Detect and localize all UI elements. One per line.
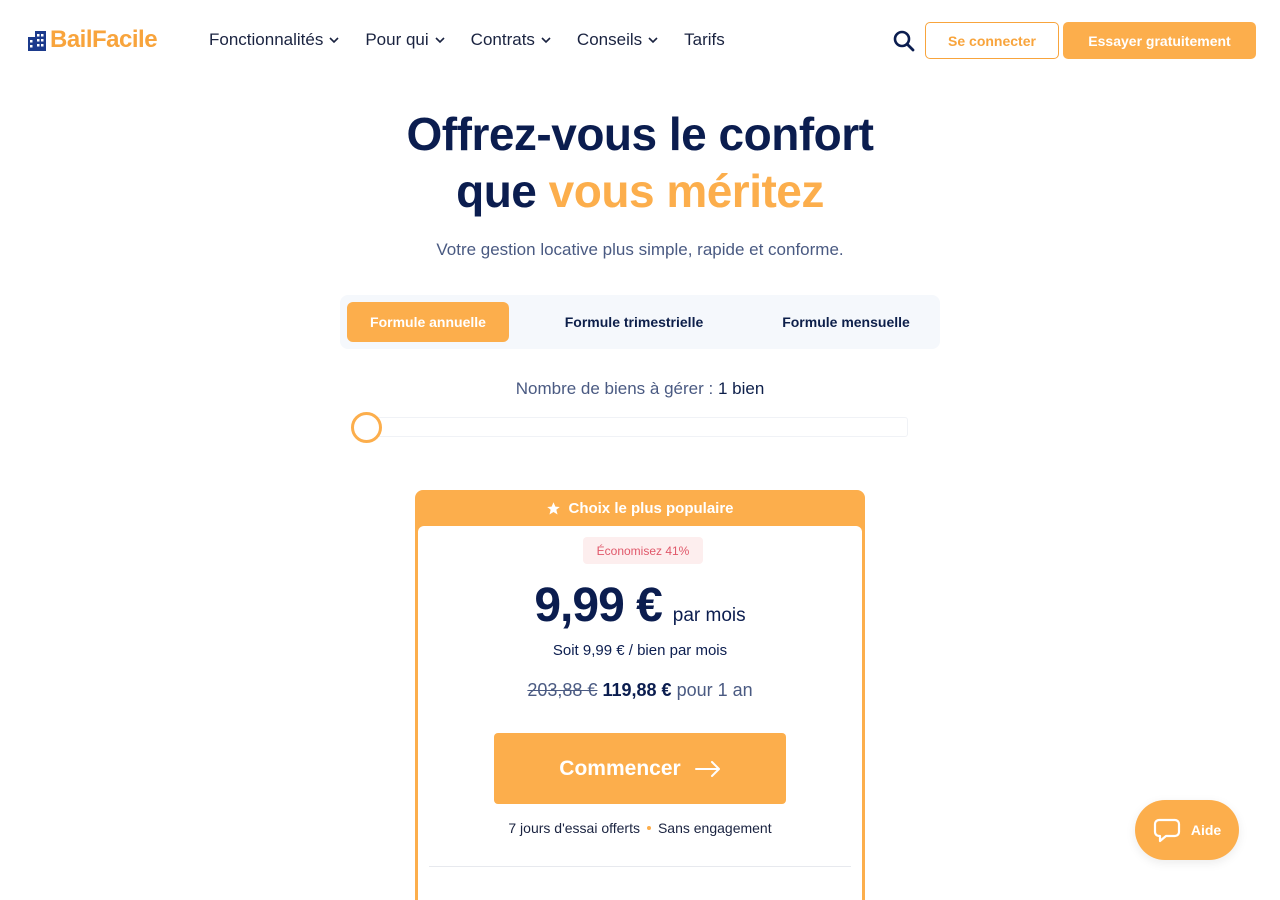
- nav-label: Conseils: [576, 30, 643, 49]
- search-icon[interactable]: [892, 29, 916, 53]
- price-amount: 9,99 €: [534, 579, 662, 632]
- main-nav: Fonctionnalités Pour qui Contrats Consei…: [209, 30, 725, 50]
- nav-label: Pour qui: [365, 30, 429, 49]
- price-unit: par mois: [672, 605, 746, 626]
- pricing-card: Choix le plus populaire Économisez 41% 9…: [415, 490, 865, 900]
- old-price: 203,88 €: [527, 680, 598, 700]
- site-header: BailFacile Fonctionnalités Pour qui Cont…: [0, 0, 1280, 82]
- help-label: Aide: [1190, 822, 1222, 838]
- hero-title: Offrez-vous le confort que vous méritez: [0, 106, 1280, 220]
- logo[interactable]: BailFacile: [28, 26, 158, 54]
- popular-ribbon: Choix le plus populaire: [415, 490, 865, 526]
- new-price: 119,88 €: [602, 680, 672, 700]
- chevron-down-icon: [329, 37, 339, 44]
- yearly-price: 203,88 € 119,88 € pour 1 an: [418, 680, 862, 701]
- nav-item-tarifs[interactable]: Tarifs: [684, 30, 725, 50]
- nav-label: Contrats: [470, 30, 535, 49]
- hero-title-line1: Offrez-vous le confort: [406, 108, 874, 160]
- help-button[interactable]: Aide: [1135, 800, 1239, 860]
- arrow-right-icon: [694, 760, 720, 777]
- card-divider: [429, 866, 851, 867]
- commitment-text: Sans engagement: [657, 820, 772, 836]
- chat-icon: [1153, 818, 1180, 843]
- chevron-down-icon: [541, 37, 551, 44]
- chevron-down-icon: [648, 37, 658, 44]
- pricing-card-body: Économisez 41% 9,99 € par mois Soit 9,99…: [418, 526, 862, 900]
- start-button-label: Commencer: [559, 756, 681, 780]
- separator-dot: [646, 826, 651, 830]
- ribbon-label: Choix le plus populaire: [568, 499, 734, 517]
- nav-label: Tarifs: [684, 30, 725, 49]
- tab-quarterly[interactable]: Formule trimestrielle: [530, 302, 738, 342]
- hero-title-line2a: que: [456, 165, 537, 217]
- tab-annual[interactable]: Formule annuelle: [347, 302, 509, 342]
- trial-note: 7 jours d'essai offerts Sans engagement: [418, 820, 862, 836]
- hero-subtitle: Votre gestion locative plus simple, rapi…: [436, 240, 844, 259]
- saving-badge: Économisez 41%: [583, 537, 703, 564]
- price-row: 9,99 € par mois: [418, 578, 862, 633]
- price-per-property: Soit 9,99 € / bien par mois: [552, 642, 728, 659]
- star-icon: [547, 501, 561, 514]
- hero-title-accent: vous méritez: [548, 165, 825, 217]
- trial-text: 7 jours d'essai offerts: [508, 820, 640, 836]
- nav-label: Fonctionnalités: [209, 30, 324, 49]
- nav-item-conseils[interactable]: Conseils: [577, 30, 658, 50]
- chevron-down-icon: [435, 37, 445, 44]
- nav-item-pour-qui[interactable]: Pour qui: [365, 30, 445, 50]
- tab-monthly[interactable]: Formule mensuelle: [750, 302, 942, 342]
- billing-tabs: Formule annuelle Formule trimestrielle F…: [340, 295, 940, 349]
- properties-value: 1 bien: [717, 379, 765, 398]
- nav-item-fonctionnalites[interactable]: Fonctionnalités: [209, 30, 339, 50]
- nav-item-contrats[interactable]: Contrats: [471, 30, 551, 50]
- logo-text: BailFacile: [50, 26, 158, 53]
- free-trial-button[interactable]: Essayer gratuitement: [1063, 22, 1256, 59]
- properties-label: Nombre de biens à gérer :: [515, 379, 714, 398]
- building-logo-icon: [28, 31, 46, 51]
- properties-slider-thumb[interactable]: [351, 412, 382, 443]
- start-button[interactable]: Commencer: [494, 733, 786, 804]
- properties-count-label: Nombre de biens à gérer : 1 bien: [0, 379, 1280, 399]
- login-button[interactable]: Se connecter: [925, 22, 1059, 59]
- price-period: pour 1 an: [676, 680, 753, 700]
- properties-slider-track[interactable]: [366, 417, 908, 437]
